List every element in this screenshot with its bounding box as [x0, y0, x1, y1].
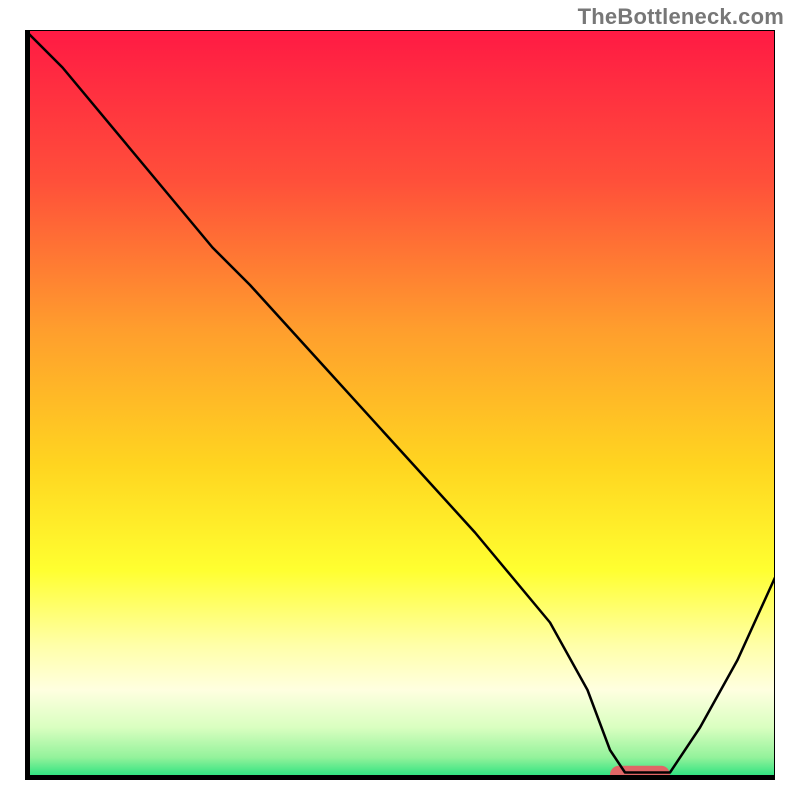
- watermark-text: TheBottleneck.com: [578, 4, 784, 30]
- bottleneck-chart: [25, 30, 775, 780]
- chart-frame: TheBottleneck.com: [0, 0, 800, 800]
- plot-area: [25, 30, 775, 780]
- gradient-background: [25, 30, 775, 780]
